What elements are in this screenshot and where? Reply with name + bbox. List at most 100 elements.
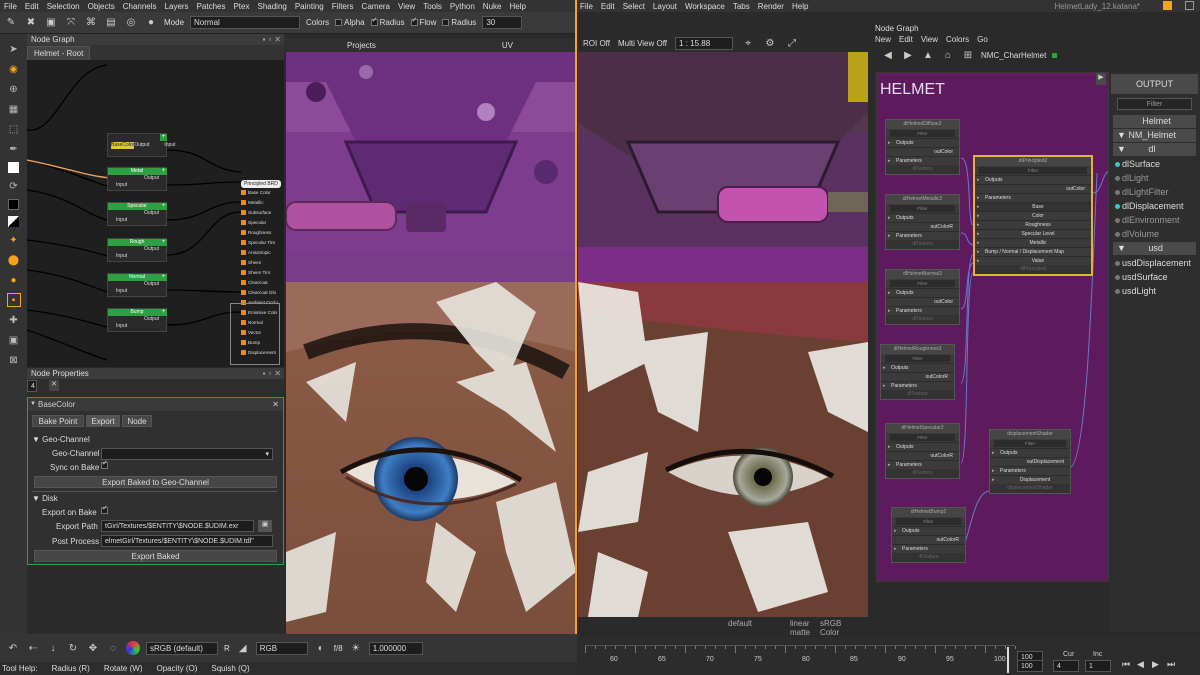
- katana-principled-node[interactable]: dlPrincipled2FilterOutputsoutColorParame…: [973, 155, 1093, 276]
- folder-icon[interactable]: ▣: [258, 520, 272, 532]
- reset-colors-icon[interactable]: [8, 216, 19, 227]
- target-tool-icon[interactable]: ◉: [7, 62, 21, 76]
- menu-shading[interactable]: Shading: [257, 2, 286, 11]
- node-outputs[interactable]: Outputs: [886, 138, 959, 148]
- node-outputs[interactable]: Outputs: [975, 175, 1091, 185]
- mari-node-metal[interactable]: Metal Output Input +: [107, 167, 167, 191]
- matte-select[interactable]: matte: [790, 628, 810, 637]
- output-item[interactable]: dlVolume: [1109, 227, 1200, 241]
- tab-node[interactable]: Node: [122, 415, 152, 427]
- katana-node-graph-canvas[interactable]: HELMET ▶ dlHelmetDiffuse2FilterOutputsou…: [876, 72, 1109, 582]
- node-out-port[interactable]: outDisplacement: [990, 457, 1070, 466]
- katana-timeline[interactable]: 60 65 70 75 80 85 90 95 100 100 4 Cur 1 Inc 100 …: [577, 637, 1200, 675]
- katana-menu-file[interactable]: File: [580, 2, 593, 11]
- menu-painting[interactable]: Painting: [295, 2, 324, 11]
- output-nm-helmet[interactable]: ▼ NM_Helmet: [1113, 129, 1196, 142]
- arrow-left-icon[interactable]: ⇠: [26, 641, 40, 655]
- output-usd-group[interactable]: ▼ usd: [1113, 242, 1196, 255]
- step-back-icon[interactable]: ◀: [1137, 659, 1144, 670]
- output-item[interactable]: dlLight: [1109, 171, 1200, 185]
- tab-helmet-root[interactable]: Helmet - Root: [27, 46, 91, 60]
- mari-node-bump[interactable]: Bump Output Input +: [107, 308, 167, 332]
- fstop-value[interactable]: f/8: [334, 644, 343, 653]
- pen-tool-icon[interactable]: ✒: [7, 142, 21, 156]
- swap-colors-icon[interactable]: ⟳: [7, 179, 21, 193]
- menu-ptex[interactable]: Ptex: [233, 2, 249, 11]
- menu-tools[interactable]: Tools: [423, 2, 442, 11]
- export-on-bake-checkbox[interactable]: [101, 504, 108, 514]
- close-icon[interactable]: [1163, 1, 1172, 10]
- bump-group[interactable]: Bump / Normal / Displacement Map: [975, 247, 1091, 257]
- node-parameters[interactable]: Parameters: [990, 466, 1070, 476]
- mask-tool-icon[interactable]: ✦: [7, 233, 21, 247]
- node-filter[interactable]: Filter: [890, 130, 955, 137]
- kng-menu-colors[interactable]: Colors: [946, 35, 969, 46]
- node-outputs[interactable]: Outputs: [886, 442, 959, 452]
- start-frame-input[interactable]: 100: [1017, 660, 1043, 672]
- kng-menu-view[interactable]: View: [921, 35, 938, 46]
- katana-displacement-node[interactable]: displacementShaderFilterOutputsoutDispla…: [989, 429, 1071, 494]
- output-item[interactable]: dlDisplacement: [1109, 199, 1200, 213]
- lut-icon[interactable]: ◢: [236, 641, 250, 655]
- bsdf-input-port[interactable]: Anisotropic: [241, 248, 281, 258]
- mode-select[interactable]: Normal: [190, 16, 301, 29]
- multi-view-select[interactable]: Multi View Off: [618, 39, 667, 48]
- post-process-input[interactable]: elmetGirl/Textures/$ENTITY\$NODE.$UDIM.t…: [101, 535, 273, 547]
- brush-tool-icon[interactable]: ⬚: [7, 122, 21, 136]
- r-button[interactable]: R: [224, 644, 230, 653]
- node-outputs[interactable]: Outputs: [990, 448, 1070, 458]
- menu-selection[interactable]: Selection: [47, 2, 80, 11]
- principled-input[interactable]: Metallic: [975, 238, 1091, 248]
- paint-brush-icon[interactable]: ✎: [4, 16, 18, 30]
- home-icon[interactable]: ⌂: [941, 48, 955, 62]
- node-parameters[interactable]: Parameters: [975, 193, 1091, 203]
- lasso-icon[interactable]: ◌: [106, 641, 120, 655]
- node-filter[interactable]: Filter: [890, 434, 955, 441]
- exposure-icon[interactable]: ☀: [349, 641, 363, 655]
- menu-objects[interactable]: Objects: [88, 2, 115, 11]
- katana-menu-edit[interactable]: Edit: [601, 2, 615, 11]
- play-forward-icon[interactable]: ▶: [1152, 659, 1159, 670]
- node-outputs[interactable]: Outputs: [886, 288, 959, 298]
- node-outputs[interactable]: Outputs: [881, 363, 954, 373]
- arrow-down-icon[interactable]: ↓: [46, 641, 60, 655]
- katana-texture-node[interactable]: dlHelmetBump2FilterOutputsoutColorRParam…: [891, 507, 966, 563]
- roi-select[interactable]: ROI Off: [583, 39, 610, 48]
- output-item[interactable]: usdSurface: [1109, 270, 1200, 284]
- node-parameters[interactable]: Parameters: [892, 544, 965, 554]
- transform-icon[interactable]: ⤧: [64, 16, 78, 30]
- bsdf-input-port[interactable]: Metallic: [241, 198, 281, 208]
- menu-nuke[interactable]: Nuke: [483, 2, 502, 11]
- color-select[interactable]: Color: [820, 628, 839, 637]
- linear-select[interactable]: linear: [790, 619, 810, 628]
- bsdf-input-port[interactable]: Sheen: [241, 258, 281, 268]
- geo-channel-section[interactable]: ▼ Geo-Channel: [32, 435, 90, 444]
- channel-select[interactable]: RGB: [255, 641, 308, 655]
- radius-input[interactable]: 30: [482, 16, 523, 29]
- geo-channel-select[interactable]: ▾: [101, 448, 273, 460]
- node-filter[interactable]: Filter: [890, 205, 955, 212]
- rotate-icon[interactable]: ↻: [66, 641, 80, 655]
- bsdf-input-port[interactable]: Clearcoat: [241, 278, 281, 288]
- settings-icon[interactable]: ⚙: [763, 36, 777, 50]
- clear-icon[interactable]: ✕: [49, 380, 59, 391]
- output-item[interactable]: dlEnvironment: [1109, 213, 1200, 227]
- katana-texture-node[interactable]: dlHelmetDiffuse2FilterOutputsoutColorPar…: [885, 119, 960, 175]
- exposure-input[interactable]: 1.000000: [368, 641, 423, 655]
- sync-on-bake-checkbox[interactable]: [101, 459, 108, 469]
- mari-viewport[interactable]: [286, 52, 576, 635]
- node-filter[interactable]: Filter: [890, 280, 955, 287]
- bsdf-input-port[interactable]: Sheen Tint: [241, 268, 281, 278]
- output-item[interactable]: dlSurface: [1109, 157, 1200, 171]
- node-parameters[interactable]: Parameters: [886, 156, 959, 166]
- kng-menu-edit[interactable]: Edit: [899, 35, 913, 46]
- clear-icon[interactable]: ✖: [24, 16, 38, 30]
- output-item[interactable]: dlLightFilter: [1109, 185, 1200, 199]
- increment-input[interactable]: 1: [1085, 660, 1111, 672]
- output-helmet-header[interactable]: Helmet: [1113, 115, 1196, 128]
- node-out-port[interactable]: outColor: [886, 297, 959, 306]
- grid-tool-icon[interactable]: ▦: [7, 102, 21, 116]
- alpha-toggle[interactable]: Alpha: [335, 18, 365, 27]
- mari-node-rough[interactable]: Rough Output Input +: [107, 238, 167, 262]
- katana-viewer[interactable]: [578, 52, 868, 617]
